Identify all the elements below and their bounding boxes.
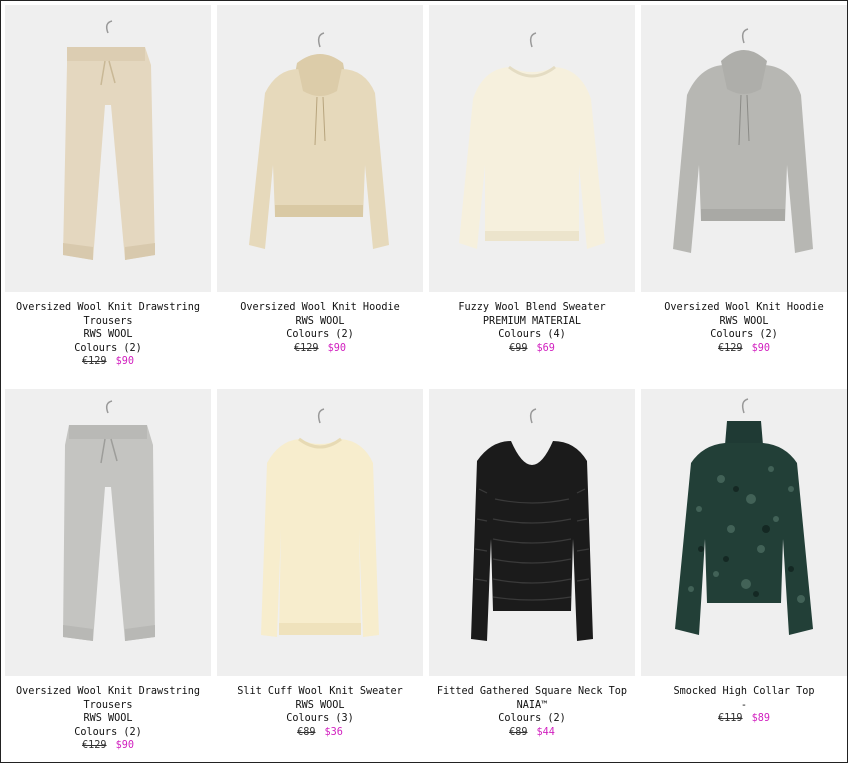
- product-material: RWS WOOL: [83, 713, 133, 725]
- original-price: €129: [718, 342, 743, 354]
- product-material: PREMIUM MATERIAL: [482, 315, 582, 327]
- product-image[interactable]: [429, 5, 635, 292]
- price-line: €99 $69: [429, 342, 635, 356]
- product-material: RWS WOOL: [719, 315, 769, 327]
- sale-price: $90: [115, 356, 134, 368]
- product-material: NAIA™: [516, 699, 548, 711]
- product-colours[interactable]: Colours (2): [5, 726, 211, 740]
- product-colours[interactable]: Colours (2): [5, 342, 211, 356]
- product-image[interactable]: [217, 5, 423, 292]
- price-line: €89 $36: [217, 726, 423, 740]
- product-colours[interactable]: Colours (2): [217, 328, 423, 342]
- original-price: €129: [82, 740, 107, 752]
- original-price: €99: [509, 342, 528, 354]
- sale-price: $69: [536, 342, 555, 354]
- product-card[interactable]: Fuzzy Wool Blend Sweater PREMIUM MATERIA…: [429, 5, 635, 385]
- sale-price: $90: [115, 740, 134, 752]
- sale-price: $90: [751, 342, 770, 354]
- product-name[interactable]: Oversized Wool Knit Hoodie: [641, 301, 847, 315]
- product-colours[interactable]: Colours (3): [217, 712, 423, 726]
- product-name[interactable]: Fitted Gathered Square Neck Top: [429, 685, 635, 699]
- product-material: RWS WOOL: [83, 329, 133, 341]
- product-card[interactable]: Oversized Wool Knit Hoodie RWS WOOL Colo…: [641, 5, 847, 385]
- price-line: €119 $89: [641, 712, 847, 726]
- product-name[interactable]: Fuzzy Wool Blend Sweater: [429, 301, 635, 315]
- sale-price: $89: [751, 713, 770, 725]
- product-colours[interactable]: Colours (4): [429, 328, 635, 342]
- product-name[interactable]: Oversized Wool Knit Hoodie: [217, 301, 423, 315]
- product-card[interactable]: Oversized Wool Knit Drawstring Trousers …: [5, 5, 211, 385]
- original-price: €89: [297, 726, 316, 738]
- product-image[interactable]: [641, 389, 847, 676]
- product-name[interactable]: Oversized Wool Knit Drawstring Trousers: [5, 301, 211, 328]
- product-name[interactable]: Oversized Wool Knit Drawstring Trousers: [5, 685, 211, 712]
- product-grid: Oversized Wool Knit Drawstring Trousers …: [5, 5, 847, 769]
- sale-price: $44: [536, 726, 555, 738]
- price-line: €129 $90: [217, 342, 423, 356]
- product-material: -: [740, 699, 748, 711]
- sale-price: $36: [324, 726, 343, 738]
- original-price: €89: [509, 726, 528, 738]
- product-material: RWS WOOL: [295, 699, 345, 711]
- price-line: €89 $44: [429, 726, 635, 740]
- product-card[interactable]: Smocked High Collar Top - €119 $89: [641, 389, 847, 769]
- price-line: €129 $90: [5, 739, 211, 753]
- product-colours[interactable]: Colours (2): [429, 712, 635, 726]
- original-price: €129: [294, 342, 319, 354]
- sale-price: $90: [327, 342, 346, 354]
- product-material: RWS WOOL: [295, 315, 345, 327]
- product-card[interactable]: Fitted Gathered Square Neck Top NAIA™ Co…: [429, 389, 635, 769]
- product-image[interactable]: [217, 389, 423, 676]
- product-card[interactable]: Slit Cuff Wool Knit Sweater RWS WOOL Col…: [217, 389, 423, 769]
- product-image[interactable]: [429, 389, 635, 676]
- original-price: €119: [718, 713, 743, 725]
- product-image[interactable]: [5, 5, 211, 292]
- product-name[interactable]: Slit Cuff Wool Knit Sweater: [217, 685, 423, 699]
- product-card[interactable]: Oversized Wool Knit Drawstring Trousers …: [5, 389, 211, 769]
- product-image[interactable]: [641, 5, 847, 292]
- product-name[interactable]: Smocked High Collar Top: [641, 685, 847, 699]
- product-image[interactable]: [5, 389, 211, 676]
- price-line: €129 $90: [5, 355, 211, 369]
- product-card[interactable]: Oversized Wool Knit Hoodie RWS WOOL Colo…: [217, 5, 423, 385]
- product-listing: Oversized Wool Knit Drawstring Trousers …: [0, 0, 848, 763]
- price-line: €129 $90: [641, 342, 847, 356]
- original-price: €129: [82, 356, 107, 368]
- product-colours[interactable]: Colours (2): [641, 328, 847, 342]
